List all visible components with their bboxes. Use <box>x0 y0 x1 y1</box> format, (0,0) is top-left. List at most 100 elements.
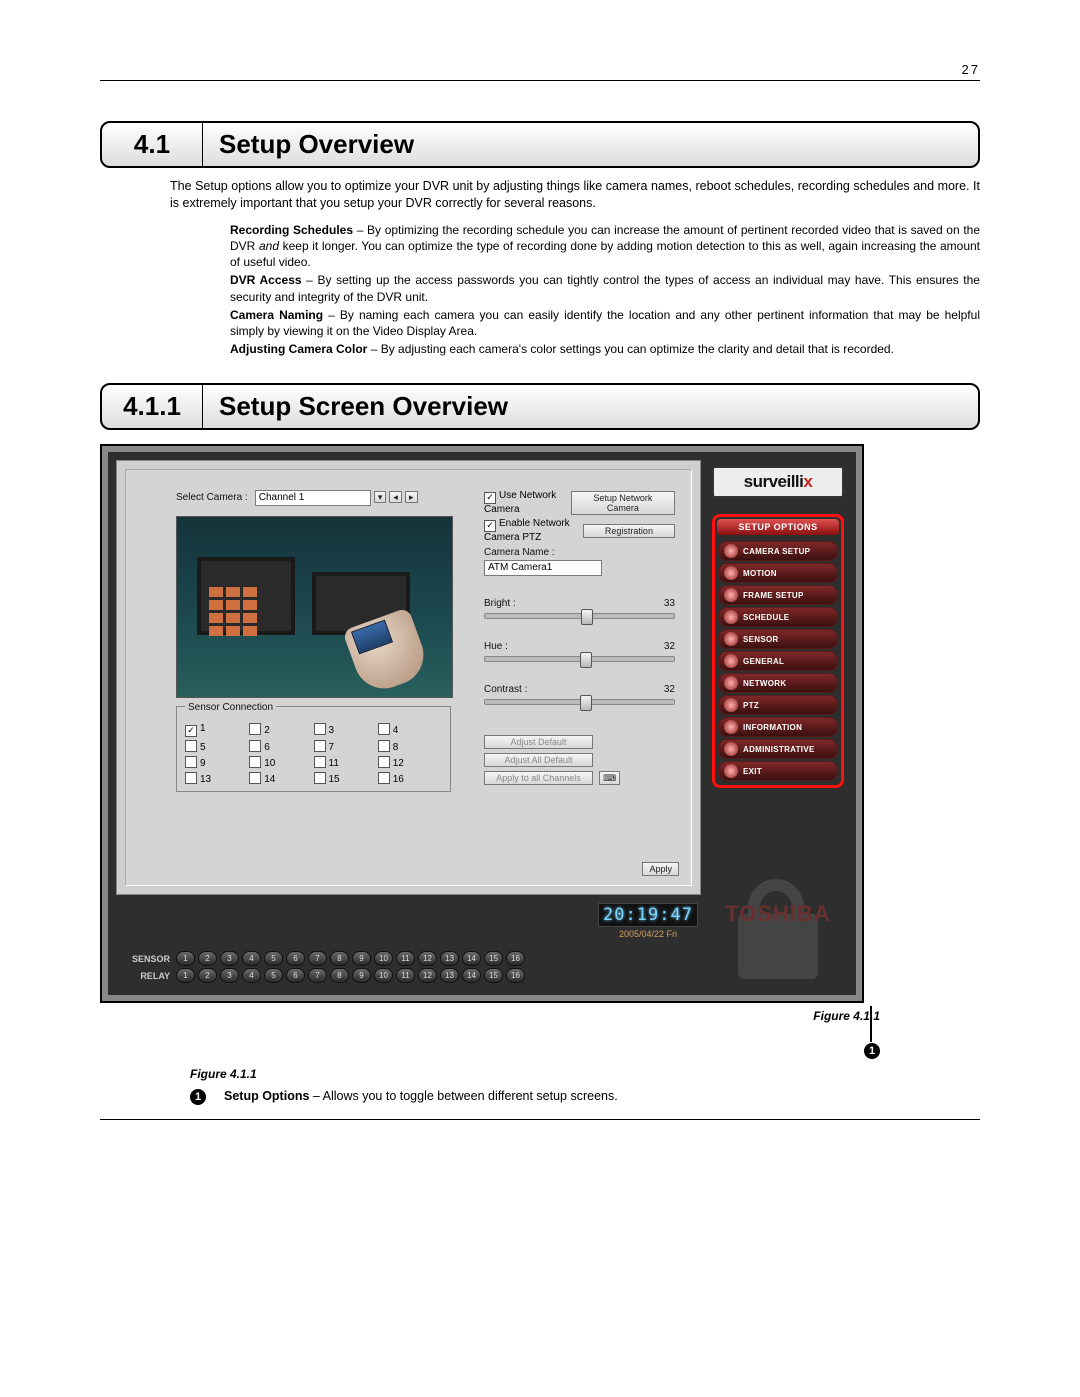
sensor-conn-2[interactable]: 2 <box>249 723 313 737</box>
contrast-value: 32 <box>664 684 675 695</box>
callout-marker-1: 1 <box>864 1043 880 1059</box>
keyboard-icon[interactable]: ⌨ <box>599 771 620 785</box>
callout-line <box>870 1006 872 1042</box>
sensor-conn-1[interactable]: ✓1 <box>185 723 249 737</box>
detail-cam-t: – By naming each camera you can easily i… <box>230 308 980 338</box>
hue-label: Hue : <box>484 641 508 652</box>
use-network-camera-checkbox[interactable]: ✓Use Network Camera <box>484 490 571 515</box>
apply-all-channels-button[interactable]: Apply to all Channels <box>484 771 593 785</box>
sidebar-option-administrative[interactable]: ADMINISTRATIVE <box>718 739 838 759</box>
sensor-conn-16[interactable]: 16 <box>378 772 442 785</box>
prev-channel-button[interactable]: ◂ <box>389 491 402 503</box>
clock-time: 20:19:47 <box>598 903 698 927</box>
sidebar-option-general[interactable]: GENERAL <box>718 651 838 671</box>
sensor-conn-4[interactable]: 4 <box>378 723 442 737</box>
intro-paragraph: The Setup options allow you to optimize … <box>170 178 980 212</box>
sensor-conn-12[interactable]: 12 <box>378 756 442 769</box>
hue-slider[interactable] <box>484 656 675 662</box>
sensor-conn-15[interactable]: 15 <box>314 772 378 785</box>
detail-adj-t: – By adjusting each camera's color setti… <box>367 342 894 356</box>
hue-value: 32 <box>664 641 675 652</box>
setup-network-camera-button[interactable]: Setup Network Camera <box>571 491 675 515</box>
sidebar-option-motion[interactable]: MOTION <box>718 563 838 583</box>
relay-indicator-5: 5 <box>264 968 283 983</box>
sensor-conn-10[interactable]: 10 <box>249 756 313 769</box>
option-label: SCHEDULE <box>743 613 789 622</box>
section-heading-4-1-1: 4.1.1 Setup Screen Overview <box>100 383 980 430</box>
relay-indicator-2: 2 <box>198 968 217 983</box>
sensor-indicator-2: 2 <box>198 951 217 966</box>
page-number: 27 <box>962 62 980 77</box>
details-block: Recording Schedules – By optimizing the … <box>230 222 980 358</box>
camera-name-label: Camera Name : <box>484 547 675 558</box>
enable-ptz-checkbox[interactable]: ✓Enable Network Camera PTZ <box>484 518 583 543</box>
sensor-conn-5[interactable]: 5 <box>185 740 249 753</box>
sidebar-option-frame-setup[interactable]: FRAME SETUP <box>718 585 838 605</box>
adjust-default-button[interactable]: Adjust Default <box>484 735 593 749</box>
sensor-conn-8[interactable]: 8 <box>378 740 442 753</box>
option-icon <box>724 742 738 756</box>
legend-bold: Setup Options <box>224 1089 309 1103</box>
bright-value: 33 <box>664 598 675 609</box>
sensor-conn-11[interactable]: 11 <box>314 756 378 769</box>
section-title: Setup Overview <box>203 123 430 166</box>
relay-indicator-1: 1 <box>176 968 195 983</box>
sidebar-option-ptz[interactable]: PTZ <box>718 695 838 715</box>
option-icon <box>724 764 738 778</box>
option-label: FRAME SETUP <box>743 591 804 600</box>
sidebar-option-schedule[interactable]: SCHEDULE <box>718 607 838 627</box>
sensor-conn-3[interactable]: 3 <box>314 723 378 737</box>
relay-indicator-4: 4 <box>242 968 261 983</box>
relay-indicator-12: 12 <box>418 968 437 983</box>
detail-adj-b: Adjusting Camera Color <box>230 342 367 356</box>
setup-options-panel: SETUP OPTIONS CAMERA SETUP MOTION FRAME SE… <box>712 514 844 788</box>
option-label: ADMINISTRATIVE <box>743 745 815 754</box>
sensor-conn-7[interactable]: 7 <box>314 740 378 753</box>
dropdown-toggle-icon[interactable]: ▾ <box>374 491 387 503</box>
bottom-rule <box>100 1119 980 1120</box>
detail-recording-b: Recording Schedules <box>230 223 353 237</box>
sensor-indicator-6: 6 <box>286 951 305 966</box>
sensor-conn-13[interactable]: 13 <box>185 772 249 785</box>
sidebar-option-network[interactable]: NETWORK <box>718 673 838 693</box>
sidebar-option-exit[interactable]: EXIT <box>718 761 838 781</box>
option-label: PTZ <box>743 701 759 710</box>
sensor-indicator-16: 16 <box>506 951 525 966</box>
relay-indicator-13: 13 <box>440 968 459 983</box>
bright-label: Bright : <box>484 598 516 609</box>
sensor-conn-6[interactable]: 6 <box>249 740 313 753</box>
relay-indicator-14: 14 <box>462 968 481 983</box>
option-icon <box>724 720 738 734</box>
detail-recording-i: and <box>259 239 279 253</box>
registration-button[interactable]: Registration <box>583 524 675 538</box>
contrast-slider[interactable] <box>484 699 675 705</box>
sidebar-option-camera-setup[interactable]: CAMERA SETUP <box>718 541 838 561</box>
clock-date: 2005/04/22 Fri <box>598 929 698 939</box>
sensor-indicator-11: 11 <box>396 951 415 966</box>
select-camera-dropdown[interactable]: Channel 1 <box>255 490 371 506</box>
apply-button[interactable]: Apply <box>642 862 679 876</box>
sensor-connection-label: Sensor Connection <box>185 702 276 713</box>
option-label: INFORMATION <box>743 723 802 732</box>
next-channel-button[interactable]: ▸ <box>405 491 418 503</box>
sensor-indicator-3: 3 <box>220 951 239 966</box>
figure-caption-bottom: Figure 4.1.1 <box>190 1067 257 1081</box>
adjust-all-default-button[interactable]: Adjust All Default <box>484 753 593 767</box>
sensor-conn-9[interactable]: 9 <box>185 756 249 769</box>
sensor-connection-group: Sensor Connection ✓123456789101112131415… <box>176 706 451 792</box>
section-title: Setup Screen Overview <box>203 385 524 428</box>
sidebar-option-sensor[interactable]: SENSOR <box>718 629 838 649</box>
option-icon <box>724 610 738 624</box>
setup-screenshot: Select Camera : Channel 1 ▾ ◂ ▸ <box>100 444 864 1003</box>
bright-slider[interactable] <box>484 613 675 619</box>
clock: 20:19:47 2005/04/22 Fri <box>598 903 698 939</box>
sidebar: surveillix SETUP OPTIONS CAMERA SETUPMOT… <box>708 460 848 987</box>
option-label: MOTION <box>743 569 777 578</box>
camera-name-field[interactable]: ATM Camera1 <box>484 560 602 576</box>
sidebar-option-information[interactable]: INFORMATION <box>718 717 838 737</box>
sensor-conn-14[interactable]: 14 <box>249 772 313 785</box>
relay-indicator-16: 16 <box>506 968 525 983</box>
sensor-indicator-14: 14 <box>462 951 481 966</box>
relay-indicator-3: 3 <box>220 968 239 983</box>
setup-options-header: SETUP OPTIONS <box>717 519 839 535</box>
